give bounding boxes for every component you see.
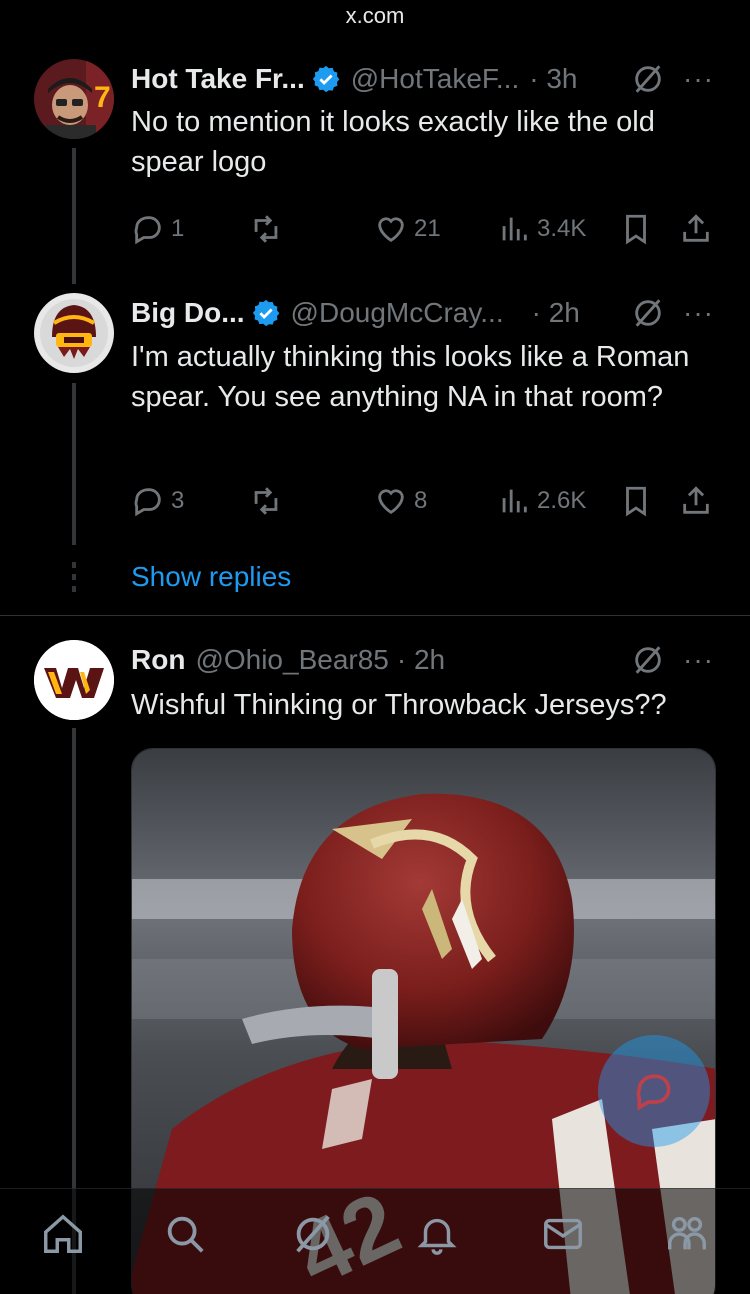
more-options-icon[interactable]: ··· <box>683 63 714 95</box>
repost-button[interactable] <box>249 209 289 249</box>
post-time: · 2h <box>531 297 580 328</box>
view-count: 3.4K <box>537 215 587 242</box>
grok-icon <box>296 1215 330 1253</box>
thread-dots <box>72 562 76 598</box>
messages-tab[interactable] <box>538 1209 588 1259</box>
avatar[interactable] <box>34 640 114 720</box>
avatar[interactable] <box>34 293 114 373</box>
avatar[interactable]: 7 <box>34 59 114 139</box>
bottom-tab-bar <box>0 1188 750 1294</box>
reply-count: 3 <box>171 487 185 514</box>
messages-icon <box>544 1218 582 1250</box>
like-count: 21 <box>414 215 441 242</box>
compose-reply-button[interactable] <box>598 1035 710 1147</box>
reply-icon <box>636 1074 671 1111</box>
grok-icon[interactable] <box>631 296 665 330</box>
post-actions: 3 8 2.6K <box>131 481 721 521</box>
reply-button[interactable]: 1 <box>131 209 184 249</box>
author-name[interactable]: Ron <box>131 644 185 676</box>
views-icon <box>502 489 527 513</box>
repost-icon <box>254 215 278 243</box>
share-icon <box>683 214 709 242</box>
show-replies-link[interactable]: Show replies <box>131 561 291 593</box>
author-name[interactable]: Hot Take Fr... <box>131 63 305 95</box>
views-button[interactable]: 2.6K <box>497 481 586 521</box>
home-icon <box>44 1214 82 1253</box>
thread-line <box>72 148 76 284</box>
share-button[interactable] <box>679 481 719 521</box>
author-handle[interactable]: @Ohio_Bear85 <box>195 644 388 676</box>
reply-icon <box>134 216 161 245</box>
share-icon <box>683 486 709 514</box>
url-bar[interactable]: x.com <box>0 0 750 36</box>
post-text: No to mention it looks exactly like the … <box>131 106 655 178</box>
post-header: Big Do... @DougMcCray... · 2h ··· <box>131 293 714 333</box>
repost-icon <box>254 487 278 515</box>
post-text: Wishful Thinking or Throwback Jerseys?? <box>131 689 667 721</box>
author-name[interactable]: Big Do... <box>131 297 245 329</box>
search-icon <box>167 1216 204 1253</box>
more-options-icon[interactable]: ··· <box>683 297 714 329</box>
bookmark-icon <box>626 486 646 517</box>
url-text: x.com <box>345 3 405 28</box>
reply-icon <box>134 488 161 517</box>
communities-icon <box>668 1216 706 1250</box>
views-icon <box>502 217 527 241</box>
home-tab[interactable] <box>38 1209 88 1259</box>
verified-badge-icon <box>252 299 279 327</box>
author-handle[interactable]: @HotTakeF... <box>351 63 519 95</box>
author-handle[interactable]: @DougMcCray... <box>291 297 504 329</box>
repost-button[interactable] <box>249 481 289 521</box>
post-text: I'm actually thinking this looks like a … <box>131 341 690 413</box>
bookmark-button[interactable] <box>619 481 659 521</box>
communities-tab[interactable] <box>662 1209 712 1259</box>
heart-icon <box>378 489 404 515</box>
grok-icon[interactable] <box>631 643 665 677</box>
more-options-icon[interactable]: ··· <box>683 644 714 676</box>
verified-badge-icon <box>312 65 340 93</box>
svg-text:7: 7 <box>94 81 111 114</box>
post-header: Hot Take Fr... @HotTakeF... · 3h ··· <box>131 59 714 99</box>
post-time: · 2h <box>396 644 446 675</box>
divider <box>0 615 750 616</box>
like-button[interactable]: 8 <box>374 481 427 521</box>
post-time: · 3h <box>529 63 578 94</box>
post-header: Ron @Ohio_Bear85 · 2h ··· <box>131 640 714 680</box>
heart-icon <box>378 217 404 243</box>
thread-line <box>72 383 76 545</box>
notifications-tab[interactable] <box>412 1209 462 1259</box>
view-count: 2.6K <box>537 487 587 514</box>
views-button[interactable]: 3.4K <box>497 209 586 249</box>
notifications-icon <box>417 1218 457 1255</box>
bookmark-button[interactable] <box>619 209 659 249</box>
like-count: 8 <box>414 487 428 514</box>
like-button[interactable]: 21 <box>374 209 441 249</box>
search-tab[interactable] <box>160 1209 210 1259</box>
share-button[interactable] <box>679 209 719 249</box>
post-actions: 1 21 3.4K <box>131 209 721 249</box>
reply-button[interactable]: 3 <box>131 481 184 521</box>
grok-icon[interactable] <box>631 62 665 96</box>
bookmark-icon <box>626 214 646 245</box>
grok-tab[interactable] <box>288 1209 338 1259</box>
reply-count: 1 <box>171 215 185 242</box>
